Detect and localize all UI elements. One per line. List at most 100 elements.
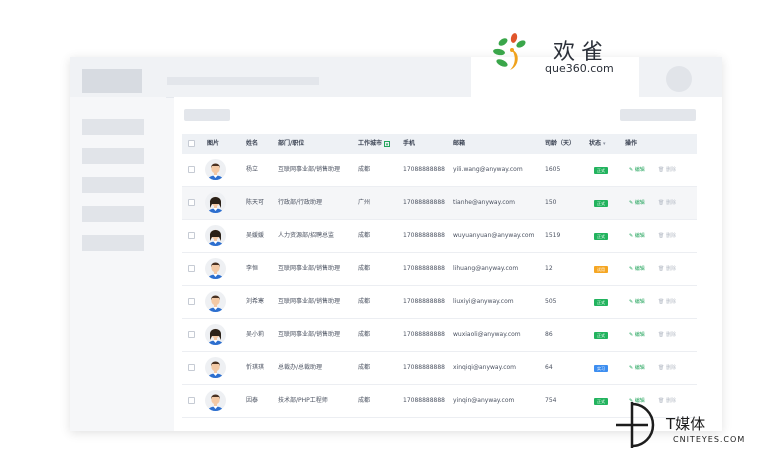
delete-button[interactable]: 🗑 删除 [658, 319, 676, 351]
trash-icon: 🗑 [658, 332, 665, 338]
cell-email: yili.wang@anyway.com [453, 166, 523, 173]
table-row[interactable]: 陈天可 行政部/行政助理 广州 17088888888 tianhe@anyway.co… [182, 187, 697, 220]
status-badge: 试用 [594, 266, 608, 273]
table-row[interactable]: 忻琪琪 总裁办/总裁助理 成都 17088888888 xinqiqi@anyway.c… [182, 352, 697, 385]
pencil-icon: ✎ [629, 200, 634, 206]
delete-button[interactable]: 🗑 删除 [658, 187, 676, 219]
row-checkbox[interactable] [188, 364, 195, 371]
delete-label: 删除 [665, 266, 676, 272]
avatar [205, 291, 226, 312]
search-placeholder[interactable] [167, 77, 319, 85]
cell-city: 成都 [358, 298, 371, 305]
sidebar-item-2[interactable] [82, 148, 144, 164]
user-avatar[interactable] [666, 66, 692, 92]
edit-button[interactable]: ✎ 编辑 [629, 352, 645, 384]
table-row[interactable]: 吴小莉 互联网事业部/销售助理 成都 17088888888 wuxiaoli@anyw… [182, 319, 697, 352]
avatar [205, 324, 226, 345]
cell-email: tianhe@anyway.com [453, 199, 516, 206]
status-badge: 正式 [594, 299, 608, 306]
table-row[interactable]: 吴媛媛 人力资源部/招聘总监 成都 17088888888 wuyuanyuan@any… [182, 220, 697, 253]
sidebar [70, 97, 166, 431]
sidebar-item-5[interactable] [82, 235, 144, 251]
select-all-checkbox[interactable] [188, 140, 195, 147]
trash-icon: 🗑 [658, 167, 665, 173]
status-badge: 正式 [594, 200, 608, 207]
cell-email: wuxiaoli@anyway.com [453, 331, 521, 338]
edit-label: 编辑 [634, 299, 645, 305]
toolbar-search-placeholder[interactable] [620, 109, 696, 121]
status-badge: 正式 [594, 332, 608, 339]
pencil-icon: ✎ [629, 332, 634, 338]
row-checkbox[interactable] [188, 166, 195, 173]
header-city-label: 工作城市 [358, 140, 383, 147]
cell-dept: 互联网事业部/销售助理 [278, 265, 341, 272]
pencil-icon: ✎ [629, 167, 634, 173]
table-row[interactable]: 杨立 互联网事业部/销售助理 成都 17088888888 yili.wang@anyw… [182, 154, 697, 187]
cell-phone: 17088888888 [403, 265, 445, 272]
sidebar-item-1[interactable] [82, 119, 144, 135]
sidebar-item-3[interactable] [82, 177, 144, 193]
cell-name: 李恒 [246, 265, 259, 272]
cell-dept: 人力资源部/招聘总监 [278, 232, 335, 239]
cell-phone: 17088888888 [403, 199, 445, 206]
row-checkbox[interactable] [188, 199, 195, 206]
avatar [205, 258, 226, 279]
row-checkbox[interactable] [188, 331, 195, 338]
sidebar-item-4[interactable] [82, 206, 144, 222]
table-row[interactable]: 刘希寒 互联网事业部/销售助理 成都 17088888888 liuxiyi@anywa… [182, 286, 697, 319]
cell-dept: 技术部/PHP工程师 [278, 397, 328, 404]
header-dept: 部门/职位 [278, 140, 305, 147]
delete-label: 删除 [665, 200, 676, 206]
edit-button[interactable]: ✎ 编辑 [629, 187, 645, 219]
cell-dept: 互联网事业部/销售助理 [278, 331, 341, 338]
edit-label: 编辑 [634, 200, 645, 206]
delete-label: 删除 [665, 299, 676, 305]
row-checkbox[interactable] [188, 265, 195, 272]
edit-label: 编辑 [634, 233, 645, 239]
cell-name: 杨立 [246, 166, 259, 173]
trash-icon: 🗑 [658, 200, 665, 206]
cell-name: 吴小莉 [246, 331, 265, 338]
delete-button[interactable]: 🗑 删除 [658, 154, 676, 186]
delete-button[interactable]: 🗑 删除 [658, 286, 676, 318]
cell-name: 陈天可 [246, 199, 265, 206]
row-checkbox[interactable] [188, 397, 195, 404]
header-city: 工作城市 ▾ [358, 134, 391, 154]
cell-city: 成都 [358, 265, 371, 272]
cell-phone: 17088888888 [403, 166, 445, 173]
delete-label: 删除 [665, 398, 676, 404]
watermark-logo-icon [616, 402, 655, 448]
delete-button[interactable]: 🗑 删除 [658, 352, 676, 384]
edit-button[interactable]: ✎ 编辑 [629, 319, 645, 351]
edit-label: 编辑 [634, 167, 645, 173]
table-row[interactable]: 李恒 互联网事业部/销售助理 成都 17088888888 lihuang@anyway… [182, 253, 697, 286]
cell-email: wuyuanyuan@anyway.com [453, 232, 535, 239]
cell-city: 成都 [358, 232, 371, 239]
chevron-down-icon[interactable]: ▾ [603, 141, 606, 147]
cell-email: lihuang@anyway.com [453, 265, 519, 272]
delete-label: 删除 [665, 167, 676, 173]
avatar [205, 357, 226, 378]
status-badge: 实习 [594, 365, 608, 372]
status-badge: 正式 [594, 398, 608, 405]
edit-button[interactable]: ✎ 编辑 [629, 220, 645, 252]
edit-button[interactable]: ✎ 编辑 [629, 286, 645, 318]
trash-icon: 🗑 [658, 233, 665, 239]
cell-tenure: 505 [545, 298, 557, 305]
cell-city: 广州 [358, 199, 371, 206]
row-checkbox[interactable] [188, 298, 195, 305]
watermark-domain: CNITEYES.COM [673, 435, 746, 444]
row-checkbox[interactable] [188, 232, 195, 239]
edit-button[interactable]: ✎ 编辑 [629, 253, 645, 285]
edit-button[interactable]: ✎ 编辑 [629, 154, 645, 186]
app-window: 图片 姓名 部门/职位 工作城市 ▾ 手机 邮箱 司龄（天） 状态 ▾ 操作 杨立互… [70, 57, 722, 431]
filter-icon[interactable]: ▾ [384, 140, 391, 148]
cell-email: yinqin@anyway.com [453, 397, 515, 404]
status-badge: 正式 [594, 167, 608, 174]
delete-button[interactable]: 🗑 删除 [658, 253, 676, 285]
cell-tenure: 150 [545, 199, 557, 206]
cell-phone: 17088888888 [403, 397, 445, 404]
cell-phone: 17088888888 [403, 364, 445, 371]
toolbar-button-placeholder[interactable] [184, 109, 230, 121]
delete-button[interactable]: 🗑 删除 [658, 220, 676, 252]
